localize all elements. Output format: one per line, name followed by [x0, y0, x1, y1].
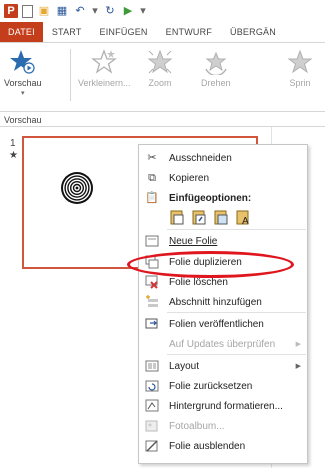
menu-separator: [167, 312, 306, 313]
menu-item-layout[interactable]: Layout ▶: [139, 356, 307, 376]
tab-insert[interactable]: EINFÜGEN: [91, 22, 157, 42]
spring-animation-button[interactable]: Sprin: [287, 49, 313, 88]
ribbon-group-label: Vorschau: [4, 115, 42, 125]
photo-album-icon: [145, 419, 159, 433]
menu-item-label: Abschnitt hinzufügen: [169, 296, 262, 308]
copy-icon: ⧉: [148, 172, 156, 184]
add-section-icon: [145, 295, 159, 309]
ribbon-tabs: DATEI START EINFÜGEN ENTWURF ÜBERGÄN: [0, 22, 325, 42]
paste-options-icon: 📋: [145, 192, 159, 204]
redo-icon[interactable]: ↻: [103, 4, 117, 18]
menu-item-label: Hintergrund formatieren...: [169, 400, 283, 412]
tab-transitions[interactable]: ÜBERGÄN: [221, 22, 285, 42]
menu-item-label: Einfügeoptionen:: [169, 192, 252, 204]
menu-item-add-section[interactable]: Abschnitt hinzufügen: [139, 292, 307, 312]
spin-animation-button[interactable]: Drehen: [201, 49, 231, 88]
customize-toolbar-icon[interactable]: ▾: [139, 4, 147, 18]
menu-separator: [167, 229, 306, 230]
tab-design[interactable]: ENTWURF: [157, 22, 221, 42]
paste-options-row: A: [169, 209, 251, 225]
star-play-icon: [9, 49, 36, 75]
hide-slide-icon: [145, 439, 159, 453]
zoom-star-icon: [147, 49, 173, 75]
preview-button[interactable]: Vorschau ▾: [4, 49, 42, 97]
menu-item-label: Auf Updates überprüfen: [169, 338, 276, 350]
zoom-animation-label: Zoom: [148, 78, 172, 88]
open-folder-icon[interactable]: ▣: [37, 4, 51, 18]
menu-item-label: Folie löschen: [169, 276, 228, 288]
menu-separator: [167, 354, 306, 355]
menu-item-new-slide[interactable]: Neue Folie: [139, 231, 307, 251]
menu-item-cut[interactable]: ✂ Ausschneiden: [139, 148, 307, 168]
menu-item-label: Folie ausblenden: [169, 440, 246, 452]
menu-item-reset-slide[interactable]: Folie zurücksetzen: [139, 376, 307, 396]
panel-divider: [0, 126, 325, 127]
menu-item-label: Folie zurücksetzen: [169, 380, 253, 392]
menu-item-label: Layout: [169, 360, 200, 372]
undo-dropdown-icon[interactable]: ▾: [91, 4, 99, 18]
tab-file[interactable]: DATEI: [0, 22, 43, 42]
scissors-icon: ✂: [147, 152, 157, 164]
preview-label: Vorschau: [4, 78, 42, 88]
paste-text-only-icon[interactable]: A: [235, 209, 251, 225]
submenu-arrow-icon: ▶: [295, 363, 301, 370]
delete-slide-icon: [145, 275, 159, 289]
start-presentation-icon[interactable]: ▶: [121, 4, 135, 18]
menu-item-paste-options: 📋 Einfügeoptionen:: [139, 188, 307, 208]
annotation-ellipse: [127, 251, 294, 278]
save-icon[interactable]: ▦: [55, 4, 69, 18]
undo-icon[interactable]: ↶: [73, 4, 87, 18]
paste-picture-icon[interactable]: [213, 209, 229, 225]
menu-item-label: Fotoalbum...: [169, 420, 225, 432]
svg-text:A: A: [242, 216, 249, 225]
paste-use-destination-theme-icon[interactable]: [169, 209, 185, 225]
powerpoint-logo-icon: P: [4, 4, 18, 18]
ribbon: Vorschau ▾ Verkleinern... Zoom Drehen Sp…: [0, 42, 325, 125]
spring-star-icon: [287, 49, 313, 75]
menu-item-hide-slide[interactable]: Folie ausblenden: [139, 436, 307, 456]
shrink-animation-button[interactable]: Verkleinern...: [78, 49, 131, 88]
shrink-star-icon: [91, 49, 118, 75]
zoom-animation-button[interactable]: Zoom: [147, 49, 173, 88]
reset-slide-icon: [145, 379, 159, 393]
menu-item-label: Neue Folie: [169, 235, 218, 247]
paste-keep-source-formatting-icon[interactable]: [191, 209, 207, 225]
slide-number: 1: [10, 138, 16, 149]
format-background-icon: [145, 399, 159, 413]
animation-marker-icon: ★: [9, 150, 18, 161]
quick-access-toolbar: P ▣ ▦ ↶ ▾ ↻ ▶ ▾: [0, 0, 325, 22]
spin-animation-label: Drehen: [201, 78, 231, 88]
menu-item-label: Kopieren: [169, 172, 210, 184]
menu-item-label: Ausschneiden: [169, 152, 232, 164]
menu-item-publish-slides[interactable]: Folien veröffentlichen: [139, 314, 307, 334]
menu-item-check-updates[interactable]: Auf Updates überprüfen ▶: [139, 334, 307, 354]
publish-slides-icon: [145, 317, 159, 331]
spring-animation-label: Sprin: [289, 78, 311, 88]
ribbon-separator: [70, 49, 71, 101]
context-menu: ✂ Ausschneiden ⧉ Kopieren 📋 Einfügeoptio…: [138, 144, 308, 464]
new-document-icon[interactable]: [22, 4, 33, 18]
layout-icon: [145, 359, 159, 373]
shrink-animation-label: Verkleinern...: [78, 78, 131, 88]
concentric-circles-shape: [61, 172, 93, 204]
menu-item-label: Folien veröffentlichen: [169, 318, 264, 330]
preview-dropdown-icon[interactable]: ▾: [21, 89, 25, 97]
menu-item-copy[interactable]: ⧉ Kopieren: [139, 168, 307, 188]
menu-item-format-background[interactable]: Hintergrund formatieren...: [139, 396, 307, 416]
new-slide-icon: [145, 234, 159, 248]
menu-item-photo-album[interactable]: Fotoalbum...: [139, 416, 307, 436]
submenu-arrow-icon: ▶: [295, 341, 301, 348]
tab-start[interactable]: START: [43, 22, 91, 42]
spin-star-icon: [203, 49, 229, 75]
